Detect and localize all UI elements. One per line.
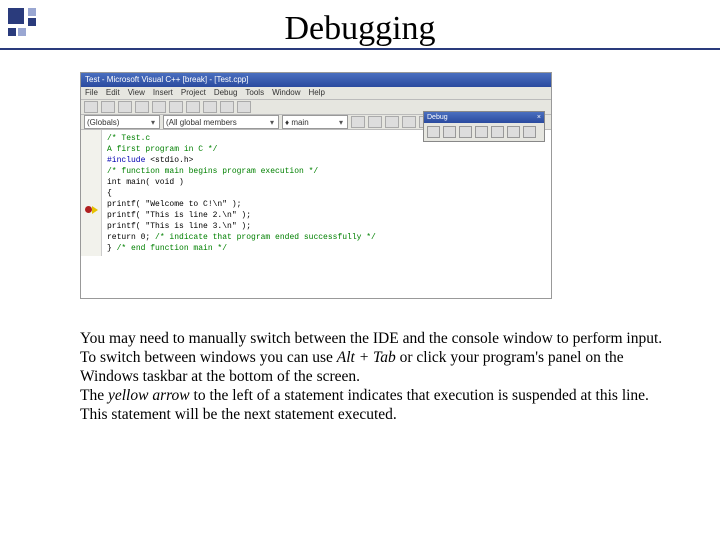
ide-menubar: File Edit View Insert Project Debug Tool… — [81, 87, 551, 100]
code-line: } /* end function main */ — [107, 243, 549, 254]
debug-panel-header[interactable]: Debug × — [424, 112, 544, 123]
debug-toolbar-panel[interactable]: Debug × — [423, 111, 545, 142]
debug-button[interactable] — [491, 126, 504, 138]
term-yellow-arrow: yellow arrow — [108, 387, 190, 404]
code-editor[interactable]: /* Test.c A first program in C */ #inclu… — [81, 130, 551, 256]
code-line: printf( "Welcome to C!\n" ); — [107, 199, 549, 210]
debug-button[interactable] — [443, 126, 456, 138]
toolbar-button[interactable] — [84, 101, 98, 113]
toolbar-button[interactable] — [402, 116, 416, 128]
combo-globals[interactable]: (Globals)▾ — [84, 115, 160, 129]
menu-edit[interactable]: Edit — [106, 87, 120, 99]
slide-title: Debugging — [0, 10, 720, 48]
toolbar-button[interactable] — [203, 101, 217, 113]
divider — [0, 48, 720, 50]
toolbar-button[interactable] — [385, 116, 399, 128]
menu-help[interactable]: Help — [309, 87, 325, 99]
menu-tools[interactable]: Tools — [245, 87, 264, 99]
debug-button[interactable] — [459, 126, 472, 138]
menu-window[interactable]: Window — [272, 87, 300, 99]
ide-titlebar: Test - Microsoft Visual C++ [break] - [T… — [81, 73, 551, 87]
menu-debug[interactable]: Debug — [214, 87, 238, 99]
menu-file[interactable]: File — [85, 87, 98, 99]
debug-button[interactable] — [507, 126, 520, 138]
toolbar-button[interactable] — [186, 101, 200, 113]
gutter — [81, 130, 102, 256]
menu-project[interactable]: Project — [181, 87, 206, 99]
debug-button[interactable] — [427, 126, 440, 138]
toolbar-button[interactable] — [169, 101, 183, 113]
current-line-arrow-icon — [92, 206, 98, 214]
toolbar-button[interactable] — [118, 101, 132, 113]
toolbar-button[interactable] — [351, 116, 365, 128]
body-text: You may need to manually switch between … — [80, 330, 680, 425]
code-line: A first program in C */ — [107, 144, 549, 155]
close-icon[interactable]: × — [537, 112, 541, 123]
code-line: /* function main begins program executio… — [107, 166, 549, 177]
paragraph-1: You may need to manually switch between … — [80, 330, 680, 387]
toolbar-button[interactable] — [101, 101, 115, 113]
toolbar-button[interactable] — [220, 101, 234, 113]
ide-screenshot: Test - Microsoft Visual C++ [break] - [T… — [80, 72, 552, 299]
slide: Debugging Test - Microsoft Visual C++ [b… — [0, 0, 720, 540]
toolbar-button[interactable] — [135, 101, 149, 113]
keystroke: Alt + Tab — [337, 349, 396, 366]
debug-panel-title: Debug — [427, 112, 448, 123]
code-line: return 0; /* indicate that program ended… — [107, 232, 549, 243]
toolbar-button[interactable] — [368, 116, 382, 128]
code-line: #include <stdio.h> — [107, 155, 549, 166]
menu-view[interactable]: View — [128, 87, 145, 99]
menu-insert[interactable]: Insert — [153, 87, 173, 99]
combo-function[interactable]: ♦ main▾ — [282, 115, 348, 129]
code-line: printf( "This is line 3.\n" ); — [107, 221, 549, 232]
debug-panel-buttons — [424, 123, 544, 141]
debug-button[interactable] — [523, 126, 536, 138]
toolbar-button[interactable] — [152, 101, 166, 113]
combo-members[interactable]: (All global members▾ — [163, 115, 279, 129]
breakpoint-icon[interactable] — [85, 206, 92, 213]
ide-title-text: Test - Microsoft Visual C++ [break] - [T… — [85, 75, 248, 84]
code-line: { — [107, 188, 549, 199]
code-line: printf( "This is line 2.\n" ); — [107, 210, 549, 221]
code-line: int main( void ) — [107, 177, 549, 188]
paragraph-2: The yellow arrow to the left of a statem… — [80, 387, 680, 425]
toolbar-button[interactable] — [237, 101, 251, 113]
debug-button[interactable] — [475, 126, 488, 138]
